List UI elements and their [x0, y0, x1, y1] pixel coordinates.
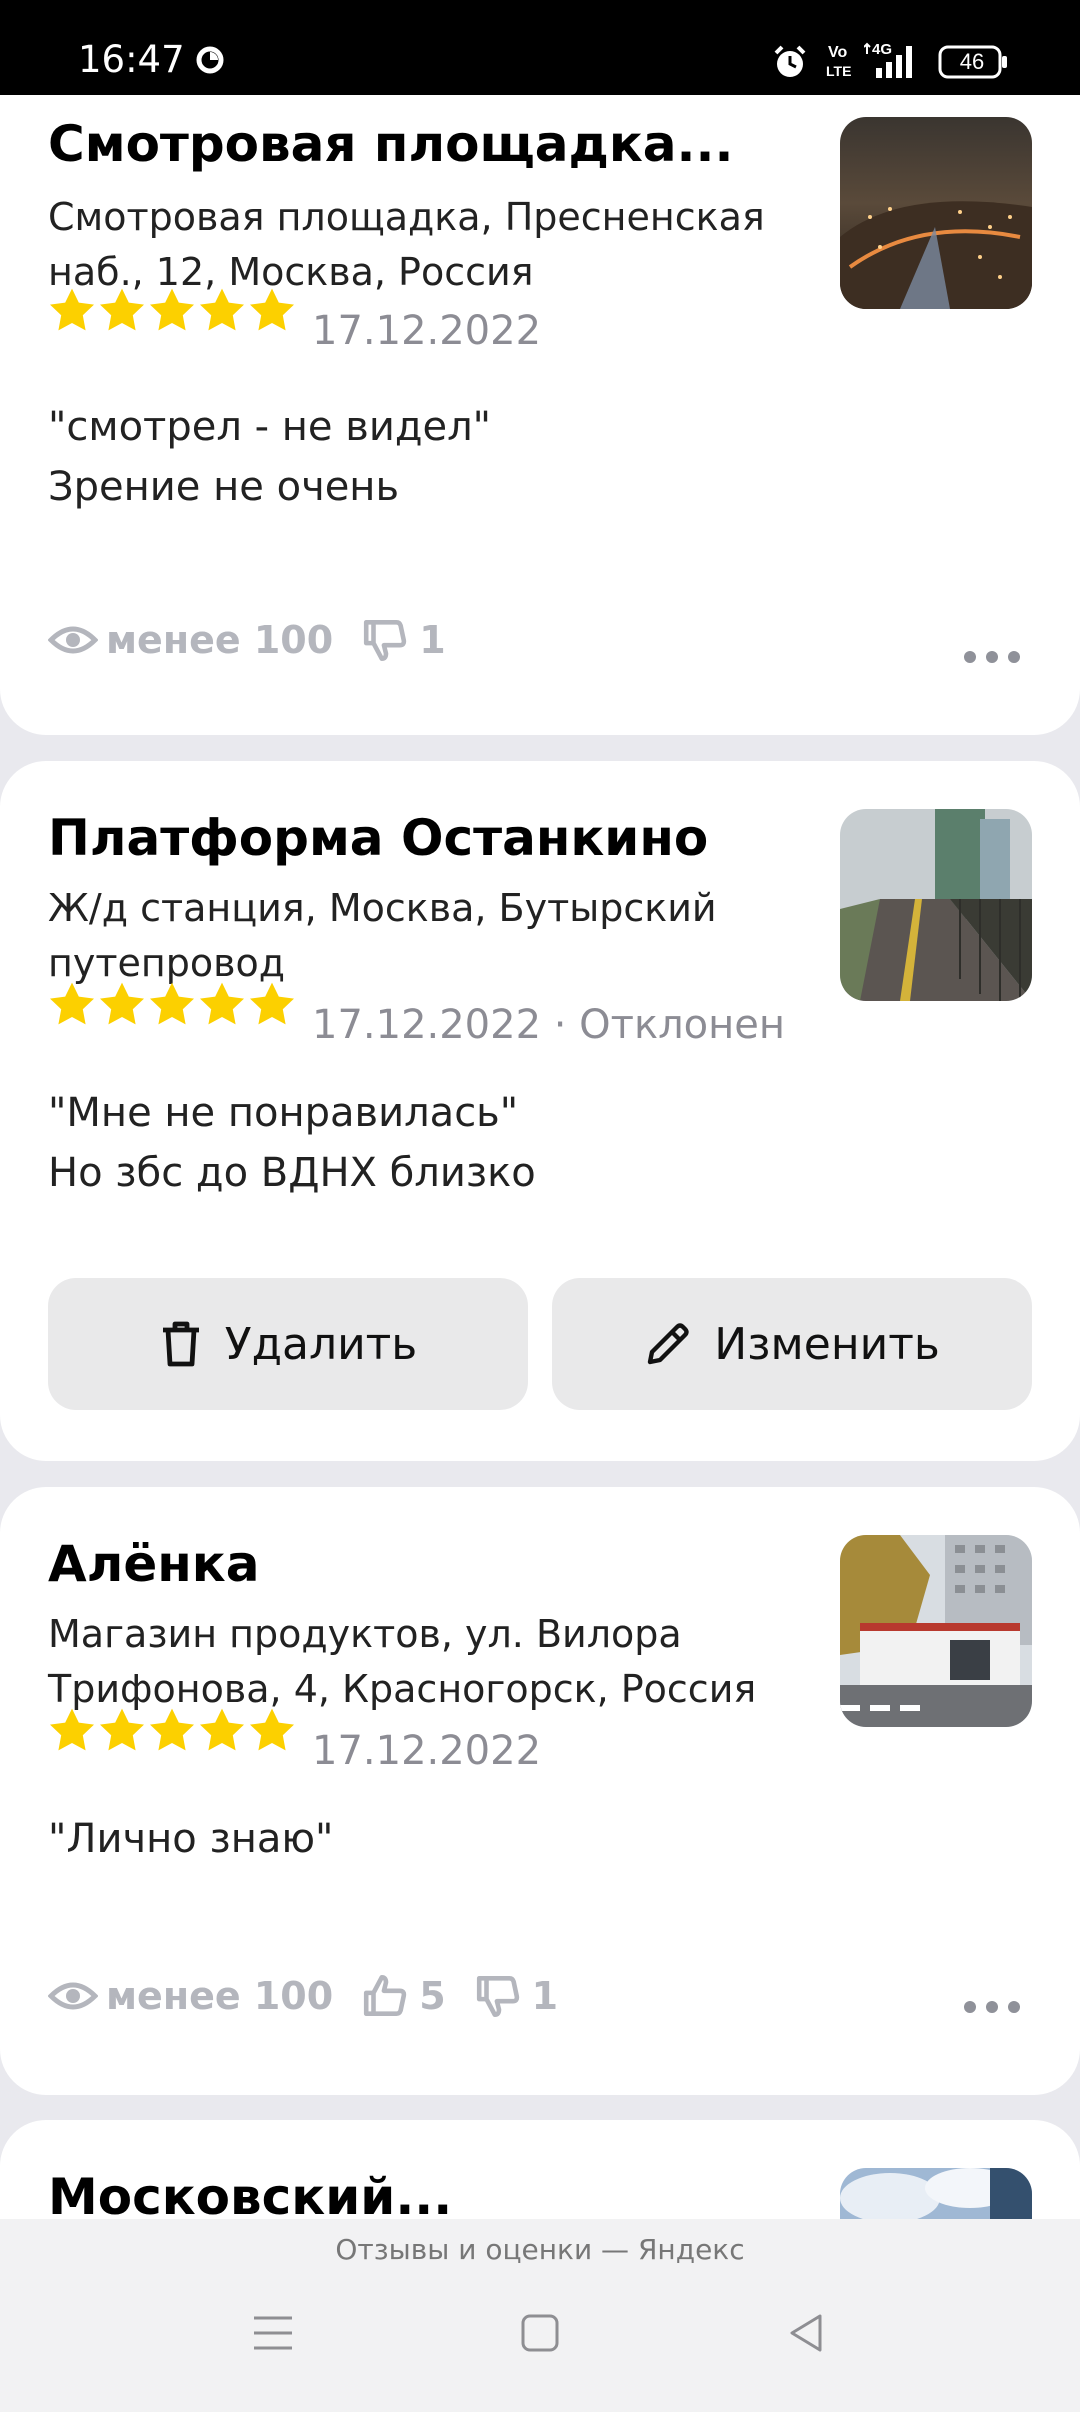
review-place-address: Ж/д станция, Москва, Бутырский путепрово…: [48, 886, 717, 985]
review-place-title[interactable]: Смотровая площадка...: [48, 115, 734, 173]
likes-count: 5: [419, 1974, 446, 2018]
more-dots-icon[interactable]: [964, 651, 1020, 663]
review-card[interactable]: Смотровая площадка... Смотровая площадка…: [0, 95, 1080, 735]
alarm-icon: [774, 45, 806, 77]
star-icon: [200, 982, 244, 1025]
edit-button[interactable]: Изменить: [552, 1278, 1032, 1410]
review-text-title: "смотрел - не видел": [48, 404, 492, 450]
notification-icon: [196, 46, 224, 74]
review-place-title[interactable]: Платформа Останкино: [48, 809, 708, 867]
page-caption: Отзывы и оценки — Яндекс: [335, 2233, 745, 2266]
star-icon: [200, 288, 244, 331]
rating-stars: [48, 287, 296, 333]
views-count: менее 100: [106, 618, 334, 662]
review-place-title[interactable]: Московский...: [48, 2168, 452, 2219]
status-time: 16:47: [78, 38, 185, 81]
star-icon: [150, 982, 194, 1025]
home-nav-icon[interactable]: [520, 2312, 560, 2354]
star-icon: [100, 288, 144, 331]
review-place-address: Магазин продуктов, ул. Вилора Трифонова,…: [48, 1612, 757, 1711]
thumb-down-icon: [476, 1976, 519, 2018]
review-meta-row: менее 100 1: [48, 615, 464, 665]
battery-level: 46: [959, 49, 985, 74]
dislikes-count: 1: [419, 618, 446, 662]
eye-icon: [48, 626, 98, 654]
star-icon: [50, 1708, 94, 1751]
volte-icon: Vo LTE: [826, 44, 851, 79]
svg-text:Vo: Vo: [828, 44, 847, 61]
star-icon: [150, 288, 194, 331]
review-place-address: Смотровая площадка, Пресненская наб., 12…: [48, 195, 765, 294]
star-icon: [250, 1708, 294, 1751]
svg-text:4G: 4G: [872, 41, 892, 58]
delete-label: Удалить: [224, 1318, 418, 1370]
review-date: 17.12.2022: [312, 308, 542, 354]
rating-stars: [48, 1707, 296, 1753]
review-card[interactable]: Платформа Останкино Ж/д станция, Москва,…: [0, 761, 1080, 1461]
like-button[interactable]: 5: [361, 1971, 446, 2021]
eye-icon: [48, 1982, 98, 2010]
place-photo[interactable]: [840, 1535, 1032, 1727]
review-text-body: Но збс до ВДНХ близко: [48, 1150, 536, 1196]
reviews-feed[interactable]: Смотровая площадка... Смотровая площадка…: [0, 95, 1080, 2219]
place-photo[interactable]: [840, 2168, 1032, 2219]
star-icon: [50, 288, 94, 331]
review-card[interactable]: Московский...: [0, 2120, 1080, 2219]
star-icon: [50, 982, 94, 1025]
star-icon: [100, 982, 144, 1025]
review-card[interactable]: Алёнка Магазин продуктов, ул. Вилора Три…: [0, 1487, 1080, 2095]
star-icon: [250, 288, 294, 331]
status-bar: 16:47 Vo LTE 4G 46: [0, 0, 1080, 95]
dislike-button[interactable]: 1: [474, 1971, 558, 2021]
review-text-title: "Мне не понравилась": [48, 1090, 519, 1136]
dislike-button[interactable]: 1: [361, 615, 446, 665]
star-icon: [150, 1708, 194, 1751]
more-dots-icon[interactable]: [964, 2001, 1020, 2013]
review-text-title: "Лично знаю": [48, 1816, 334, 1862]
review-date-status: 17.12.2022 · Отклонен: [312, 1002, 786, 1048]
place-photo[interactable]: [840, 117, 1032, 309]
review-date: 17.12.2022: [312, 1728, 542, 1774]
trash-icon: [162, 1321, 199, 1367]
views-count: менее 100: [106, 1974, 334, 2018]
thumb-up-icon: [364, 1974, 407, 2016]
review-place-title[interactable]: Алёнка: [48, 1535, 259, 1593]
svg-text:LTE: LTE: [826, 63, 851, 79]
signal-icon: 4G: [864, 41, 912, 78]
star-icon: [250, 982, 294, 1025]
review-meta-row: менее 100 5 1: [48, 1971, 576, 2021]
star-icon: [200, 1708, 244, 1751]
star-icon: [100, 1708, 144, 1751]
back-nav-icon[interactable]: [786, 2312, 826, 2354]
edit-label: Изменить: [714, 1318, 940, 1370]
place-photo[interactable]: [840, 809, 1032, 1001]
pencil-icon: [648, 1323, 689, 1365]
menu-nav-icon[interactable]: [252, 2312, 294, 2354]
rating-stars: [48, 981, 296, 1027]
review-text-body: Зрение не очень: [48, 464, 400, 510]
thumb-down-icon: [364, 620, 407, 662]
dislikes-count: 1: [531, 1974, 559, 2018]
delete-button[interactable]: Удалить: [48, 1278, 528, 1410]
bottom-bar: Отзывы и оценки — Яндекс: [0, 2219, 1080, 2412]
